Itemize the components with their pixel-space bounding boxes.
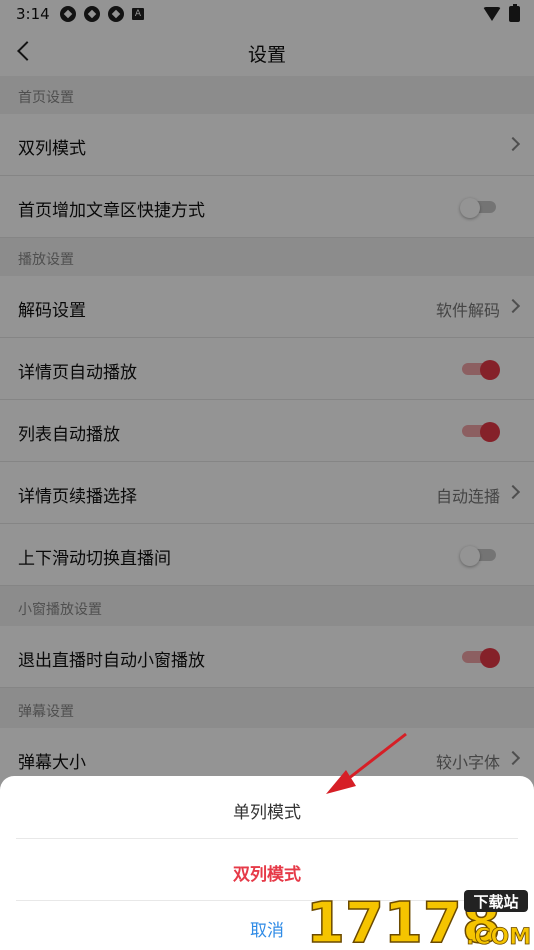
watermark-suffix: .COM [466,925,530,948]
single-column-option[interactable]: 单列模式 [0,798,534,823]
watermark-site: 下载站 [473,893,518,911]
divider [16,838,518,839]
double-column-option[interactable]: 双列模式 [0,860,534,885]
site-watermark-logo: 17178 下载站 .COM [305,890,530,948]
